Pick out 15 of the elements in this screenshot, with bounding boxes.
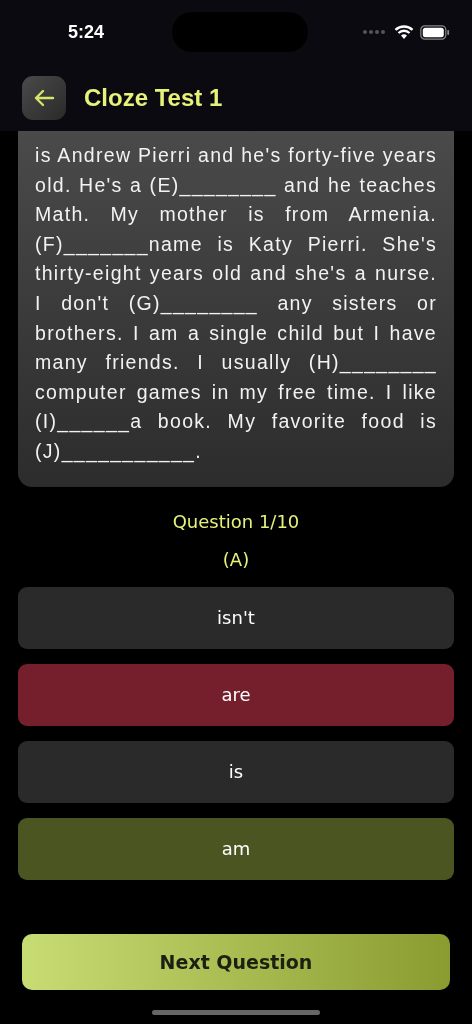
status-time: 5:24 xyxy=(68,22,105,43)
answer-option[interactable]: are xyxy=(18,663,454,726)
answer-option[interactable]: am xyxy=(18,817,454,880)
answer-option[interactable]: isn't xyxy=(18,586,454,649)
back-button[interactable] xyxy=(22,76,66,120)
next-question-button[interactable]: Next Question xyxy=(22,934,450,990)
wifi-icon xyxy=(394,24,414,40)
signal-icon xyxy=(362,29,386,35)
question-counter: Question 1/10 xyxy=(172,510,300,532)
answer-option[interactable]: is xyxy=(18,740,454,803)
passage-text: is Andrew Pierri and he's forty-five years old. He's a (E)________ and he teaches Math. My mother is from Armenia. (F)_______name is Katy Pierri. She's thirty-eight years old and she's a nurse. I don't (G)________ any sisters or brothers. I am a single child but I have many friends. I usually (H)________ computer games in my free time. I like (I)______a book. My favorite food is (J)___________. xyxy=(35,143,437,465)
battery-icon xyxy=(420,24,450,40)
screen-title: Cloze Test 1 xyxy=(84,84,223,112)
blank-label: (A) xyxy=(222,548,250,570)
arrow-left-icon xyxy=(33,89,55,107)
